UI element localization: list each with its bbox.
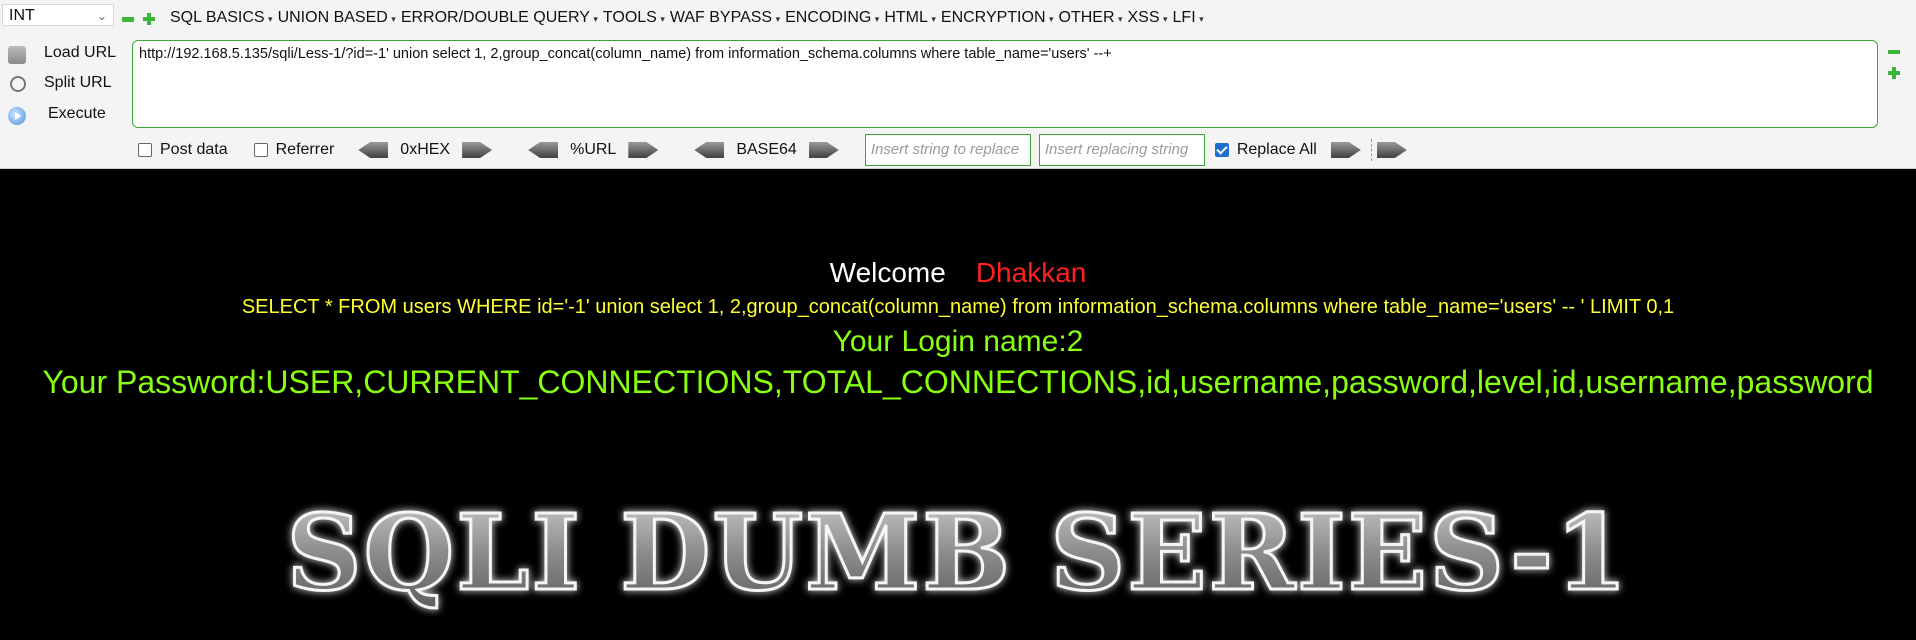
options-row: Post data Referrer 0xHEX %URL BASE64 Ins… <box>138 134 1407 166</box>
menu-waf-bypass[interactable]: WAF BYPASS <box>670 6 785 31</box>
menu-error-double-query[interactable]: ERROR/DOUBLE QUERY <box>401 6 603 31</box>
referrer-checkbox[interactable] <box>253 143 268 157</box>
url-textarea[interactable]: http://192.168.5.135/sqli/Less-1/?id=-1'… <box>132 40 1878 128</box>
base64-label: BASE64 <box>736 141 797 158</box>
shrink-minus-icon[interactable] <box>1888 50 1900 54</box>
replace-all-label: Replace All <box>1236 141 1317 158</box>
menu-sql-basics[interactable]: SQL BASICS <box>170 6 278 31</box>
load-url-icon <box>8 46 26 64</box>
hackbar-toolbar: INT ⌄ SQL BASICS UNION BASED ERROR/DOUBL… <box>0 0 1916 169</box>
sql-query: SELECT * FROM users WHERE id='-1' union … <box>241 296 1675 318</box>
base64-decode-arrow-icon[interactable] <box>694 142 725 158</box>
expand-plus-icon[interactable] <box>143 13 155 25</box>
int-select-value: INT <box>9 7 35 24</box>
replacing-string-field[interactable]: Insert replacing string <box>1038 134 1205 166</box>
login-name: Your Login name:2 <box>832 325 1084 358</box>
post-data-option[interactable]: Post data <box>138 141 228 159</box>
collapse-minus-icon[interactable] <box>122 17 134 22</box>
base64-encode-arrow-icon[interactable] <box>808 142 839 158</box>
menu-union-based[interactable]: UNION BASED <box>278 6 401 31</box>
hex-label: 0xHEX <box>400 141 451 158</box>
post-data-label: Post data <box>160 141 228 158</box>
password-result: Your Password:USER,CURRENT_CONNECTIONS,T… <box>42 364 1874 400</box>
split-url-icon <box>10 76 26 92</box>
referrer-option[interactable]: Referrer <box>253 141 335 159</box>
split-url-button[interactable]: Split URL <box>0 72 130 98</box>
replace-next-arrow-icon[interactable] <box>1376 142 1407 158</box>
url-encode-arrow-icon[interactable] <box>628 142 659 158</box>
menu-tools[interactable]: TOOLS <box>603 6 670 31</box>
page-content: Welcome Dhakkan SELECT * FROM users WHERE… <box>0 169 1916 640</box>
hex-encode-arrow-icon[interactable] <box>462 142 493 158</box>
replace-all-option[interactable]: Replace All <box>1214 141 1317 159</box>
int-select[interactable]: INT ⌄ <box>2 4 114 26</box>
grow-plus-icon[interactable] <box>1888 67 1900 79</box>
referrer-label: Referrer <box>275 141 335 158</box>
welcome-text: Welcome <box>829 257 946 288</box>
execute-button[interactable]: Execute <box>0 103 130 129</box>
load-url-button[interactable]: Load URL <box>0 42 130 68</box>
sqli-dumb-series-logo: SQLI DUMB SERIES-1 <box>285 490 1630 616</box>
replace-arrow-icon[interactable] <box>1330 142 1361 158</box>
execute-icon <box>8 107 26 125</box>
hex-codec: 0xHEX <box>358 141 493 159</box>
load-url-label: Load URL <box>44 44 117 61</box>
separator <box>1370 139 1373 161</box>
menu-bar: SQL BASICS UNION BASED ERROR/DOUBLE QUER… <box>170 6 1209 31</box>
url-decode-arrow-icon[interactable] <box>528 142 559 158</box>
welcome-line: Welcome Dhakkan <box>0 257 1916 289</box>
menu-encryption[interactable]: ENCRYPTION <box>941 6 1059 31</box>
urlenc-label: %URL <box>570 141 617 158</box>
replace-all-checkbox[interactable] <box>1214 143 1229 157</box>
url-codec: %URL <box>528 141 659 159</box>
post-data-checkbox[interactable] <box>138 143 152 157</box>
user-name: Dhakkan <box>975 257 1087 288</box>
menu-other[interactable]: OTHER <box>1059 6 1128 31</box>
menu-html[interactable]: HTML <box>884 6 941 31</box>
execute-label: Execute <box>48 105 106 122</box>
chevron-down-icon: ⌄ <box>96 9 107 23</box>
menu-encoding[interactable]: ENCODING <box>785 6 884 31</box>
hex-decode-arrow-icon[interactable] <box>358 142 389 158</box>
logo-text: SQLI DUMB SERIES-1 <box>287 491 1630 614</box>
menu-xss[interactable]: XSS <box>1128 6 1173 31</box>
menu-lfi[interactable]: LFI <box>1173 6 1209 31</box>
split-url-label: Split URL <box>44 74 112 91</box>
base64-codec: BASE64 <box>694 141 839 159</box>
insert-string-field[interactable]: Insert string to replace <box>864 134 1031 166</box>
